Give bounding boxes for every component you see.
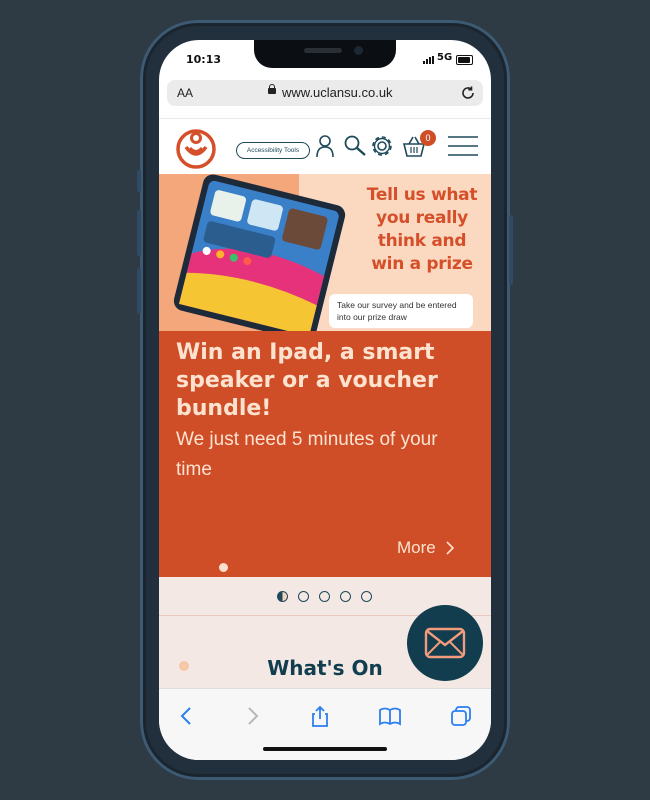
- tagline-line: Tell us what: [366, 185, 478, 205]
- banner-tagline: Tell us what you really think and win a …: [361, 184, 483, 276]
- carousel-dot[interactable]: [277, 591, 288, 602]
- mail-icon: [424, 627, 466, 659]
- lock-icon: [268, 84, 276, 94]
- tabs-icon[interactable]: [450, 705, 472, 727]
- status-time: 10:13: [186, 53, 222, 66]
- tagline-line: win a prize: [371, 254, 473, 274]
- cart-count-badge: 0: [420, 130, 436, 146]
- browser-toolbar: [159, 688, 491, 760]
- more-link[interactable]: More: [397, 538, 436, 558]
- carousel-dot[interactable]: [319, 591, 330, 602]
- tagline-line: think and: [377, 231, 467, 251]
- carousel-dot[interactable]: [298, 591, 309, 602]
- user-icon[interactable]: [312, 133, 338, 159]
- banner-subcard: Take our survey and be entered into our …: [329, 294, 473, 328]
- contact-mail-button[interactable]: [407, 605, 483, 681]
- slide-title: Win an Ipad, a smart speaker or a vouche…: [176, 340, 438, 421]
- menu-icon[interactable]: [447, 133, 479, 159]
- carousel-dot[interactable]: [340, 591, 351, 602]
- chevron-right-icon[interactable]: [445, 540, 455, 556]
- accessibility-tools-button[interactable]: Accessibility Tools: [236, 142, 310, 159]
- url-text[interactable]: www.uclansu.co.uk: [282, 85, 393, 100]
- text-size-button[interactable]: AA: [177, 86, 193, 100]
- forward-icon[interactable]: [241, 705, 263, 727]
- survey-banner[interactable]: Tell us what you really think and win a …: [159, 174, 491, 331]
- battery-icon: [456, 55, 473, 65]
- bookmarks-icon[interactable]: [379, 705, 401, 727]
- mute-switch: [137, 170, 141, 192]
- reload-icon[interactable]: [459, 84, 477, 102]
- notch: [254, 40, 396, 68]
- slide-subtitle: We just need 5 minutes of your time: [176, 429, 438, 480]
- carousel-dot[interactable]: [361, 591, 372, 602]
- back-icon[interactable]: [176, 705, 198, 727]
- address-bar[interactable]: AA www.uclansu.co.uk: [167, 80, 483, 106]
- decor-dot: [219, 563, 228, 572]
- power-button: [509, 215, 513, 285]
- share-icon[interactable]: [309, 705, 331, 727]
- tagline-line: you really: [376, 208, 468, 228]
- phone-screen: 10:13 5G AA www.uclansu.co.uk Accessibil…: [159, 40, 491, 760]
- signal-icon: [423, 56, 434, 64]
- search-icon[interactable]: [342, 133, 368, 159]
- carousel-slide[interactable]: Win an Ipad, a smart speaker or a vouche…: [159, 331, 491, 577]
- site-logo[interactable]: [175, 127, 217, 169]
- site-header: Accessibility Tools 0: [159, 118, 491, 175]
- gear-icon[interactable]: [369, 133, 395, 159]
- volume-up-button: [137, 210, 141, 256]
- volume-down-button: [137, 268, 141, 314]
- network-label: 5G: [437, 52, 453, 63]
- home-indicator[interactable]: [263, 747, 387, 751]
